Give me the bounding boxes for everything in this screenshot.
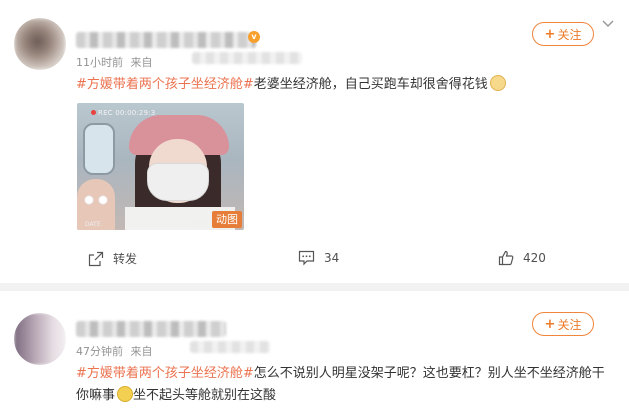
username-blurred[interactable] — [76, 321, 226, 337]
gif-badge: 动图 — [212, 211, 242, 228]
post-card: 47分钟前 来自 + 关注 #方媛带着两个孩子坐经济舱#怎么不说别人明星没架子呢… — [0, 291, 629, 416]
post-content: #方媛带着两个孩子坐经济舱#怎么不说别人明星没架子呢？这也要杠？别人坐不坐经济舱… — [76, 363, 616, 407]
cat-emoji-icon — [489, 75, 506, 91]
post-separator — [0, 283, 629, 291]
post-meta: 11小时前 来自 — [76, 54, 153, 70]
rec-text: REC 00:00:29:3 — [98, 109, 156, 117]
like-count: 420 — [523, 251, 546, 265]
chevron-down-icon[interactable] — [602, 17, 614, 29]
repost-label: 转发 — [113, 252, 138, 266]
repost-button[interactable]: 转发 — [88, 250, 137, 267]
source-blurred — [192, 52, 302, 64]
post-source-prefix: 来自 — [130, 56, 153, 69]
post-source-prefix: 来自 — [130, 345, 153, 358]
post-actions: 转发 34 420 — [0, 250, 629, 270]
follow-button[interactable]: + 关注 — [532, 312, 594, 336]
vip-badge-icon: v — [248, 31, 260, 43]
comment-icon — [298, 250, 315, 266]
hashtag-link[interactable]: #方媛带着两个孩子坐经济舱# — [76, 366, 254, 381]
follow-label: 关注 — [557, 317, 582, 332]
cam-tag-right: SIDE — [193, 221, 207, 228]
child-glasses — [84, 195, 108, 205]
cam-tag-left: DATE — [85, 221, 101, 228]
follow-button[interactable]: + 关注 — [532, 22, 594, 46]
like-button[interactable]: 420 — [498, 250, 546, 266]
plane-window — [83, 123, 115, 175]
record-dot-icon — [91, 110, 96, 115]
rec-overlay: REC 00:00:29:3 — [91, 109, 155, 117]
post-time[interactable]: 47分钟前 — [76, 345, 123, 358]
media-figure-mask — [147, 163, 209, 201]
thumbs-up-icon — [498, 250, 514, 266]
hashtag-link[interactable]: #方媛带着两个孩子坐经济舱# — [76, 77, 254, 92]
comment-count: 34 — [324, 251, 340, 265]
comment-button[interactable]: 34 — [298, 250, 339, 266]
crying-emoji-icon — [117, 386, 134, 402]
post-text-continued: 坐不起头等舱就别在这酸 — [133, 388, 277, 403]
post-content: #方媛带着两个孩子坐经济舱#老婆坐经济舱，自己买跑车却很舍得花钱 — [76, 74, 616, 96]
follow-label: 关注 — [557, 27, 582, 42]
share-icon — [88, 251, 104, 266]
plus-icon: + — [544, 26, 556, 42]
avatar[interactable] — [14, 313, 66, 365]
post-time[interactable]: 11小时前 — [76, 56, 123, 69]
plus-icon: + — [544, 316, 556, 332]
post-card: v 11小时前 来自 + 关注 #方媛带着两个孩子坐经济舱#老婆坐经济舱，自己买… — [0, 0, 629, 283]
username-blurred[interactable] — [76, 32, 256, 48]
post-text: 老婆坐经济舱，自己买跑车却很舍得花钱 — [253, 77, 488, 92]
source-blurred — [190, 341, 270, 353]
post-media-gif[interactable]: REC 00:00:29:3 DATE SIDE 动图 — [77, 103, 244, 230]
post-meta: 47分钟前 来自 — [76, 343, 153, 359]
avatar[interactable] — [14, 18, 66, 70]
